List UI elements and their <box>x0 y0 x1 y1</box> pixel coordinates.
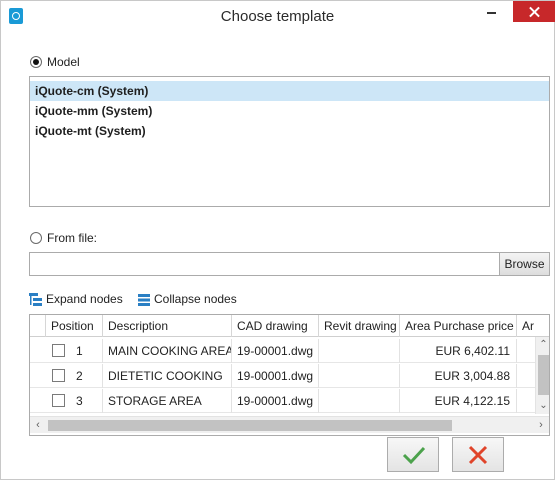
model-radio[interactable] <box>30 56 42 68</box>
collapse-nodes-label: Collapse nodes <box>154 292 237 306</box>
expand-nodes-label: Expand nodes <box>46 292 123 306</box>
column-header-area-purchase-price[interactable]: Area Purchase price <box>400 315 517 337</box>
column-header-position[interactable]: Position <box>46 315 103 337</box>
revit-drawing-cell <box>319 389 400 413</box>
cancel-button[interactable] <box>452 437 504 472</box>
column-header-revit-drawing[interactable]: Revit drawing <box>319 315 400 337</box>
scroll-down-icon[interactable]: ⌄ <box>536 398 549 414</box>
collapse-nodes-icon <box>138 294 150 309</box>
browse-button[interactable]: Browse <box>499 252 550 276</box>
file-path-input[interactable] <box>29 252 499 276</box>
position-cell: 2 <box>30 364 103 388</box>
row-checkbox[interactable] <box>52 369 65 382</box>
description-cell: MAIN COOKING AREA <box>103 339 232 363</box>
horizontal-scrollbar[interactable]: ‹ › <box>30 416 549 433</box>
cad-drawing-cell: 19-00001.dwg <box>232 339 319 363</box>
row-position: 2 <box>76 369 83 383</box>
revit-drawing-cell <box>319 364 400 388</box>
model-list[interactable]: iQuote-cm (System) iQuote-mm (System) iQ… <box>29 76 550 207</box>
checkmark-icon <box>402 446 426 465</box>
row-position: 1 <box>76 344 83 358</box>
expand-nodes-button[interactable]: Expand nodes <box>29 292 123 308</box>
table-row[interactable]: 2 DIETETIC COOKING 19-00001.dwg EUR 3,00… <box>30 364 535 388</box>
position-cell: 3 <box>30 389 103 413</box>
from-file-radio[interactable] <box>30 232 42 244</box>
row-checkbox[interactable] <box>52 394 65 407</box>
scroll-left-icon[interactable]: ‹ <box>30 417 46 434</box>
from-file-radio-label: From file: <box>47 231 98 245</box>
cancel-x-icon <box>468 445 488 465</box>
grid-header: Position Description CAD drawing Revit d… <box>30 315 549 337</box>
close-button[interactable] <box>513 1 555 22</box>
revit-drawing-cell <box>319 339 400 363</box>
column-header-ar[interactable]: Ar <box>517 315 549 337</box>
table-row[interactable]: 1 MAIN COOKING AREA 19-00001.dwg EUR 6,4… <box>30 339 535 363</box>
cad-drawing-cell: 19-00001.dwg <box>232 364 319 388</box>
collapse-nodes-button[interactable]: Collapse nodes <box>138 292 237 308</box>
description-cell: STORAGE AREA <box>103 389 232 413</box>
table-row[interactable]: 3 STORAGE AREA 19-00001.dwg EUR 4,122.15 <box>30 389 535 413</box>
minimize-button[interactable] <box>478 1 506 25</box>
column-header-cad-drawing[interactable]: CAD drawing <box>232 315 319 337</box>
vertical-scrollbar[interactable]: ⌃ ⌄ <box>535 337 549 414</box>
model-radio-label: Model <box>47 55 80 69</box>
vertical-scroll-thumb[interactable] <box>538 355 549 395</box>
scroll-right-icon[interactable]: › <box>533 417 549 434</box>
template-nodes-grid[interactable]: Position Description CAD drawing Revit d… <box>29 314 550 436</box>
model-list-item[interactable]: iQuote-mt (System) <box>30 121 549 141</box>
description-cell: DIETETIC COOKING <box>103 364 232 388</box>
price-cell: EUR 6,402.11 <box>400 339 517 363</box>
horizontal-scroll-thumb[interactable] <box>48 420 452 431</box>
row-checkbox[interactable] <box>52 344 65 357</box>
price-cell: EUR 4,122.15 <box>400 389 517 413</box>
scroll-up-icon[interactable]: ⌃ <box>536 337 549 353</box>
position-cell: 1 <box>30 339 103 363</box>
expand-nodes-icon <box>29 293 42 309</box>
grid-header-spacer <box>30 315 46 337</box>
column-header-description[interactable]: Description <box>103 315 232 337</box>
cad-drawing-cell: 19-00001.dwg <box>232 389 319 413</box>
model-list-item[interactable]: iQuote-cm (System) <box>30 81 549 101</box>
choose-template-dialog: Choose template Model iQuote-cm (System)… <box>0 0 555 480</box>
model-list-item[interactable]: iQuote-mm (System) <box>30 101 549 121</box>
window-title: Choose template <box>220 8 335 25</box>
row-position: 3 <box>76 394 83 408</box>
ok-button[interactable] <box>387 437 439 472</box>
title-bar: Choose template <box>1 1 555 32</box>
price-cell: EUR 3,004.88 <box>400 364 517 388</box>
